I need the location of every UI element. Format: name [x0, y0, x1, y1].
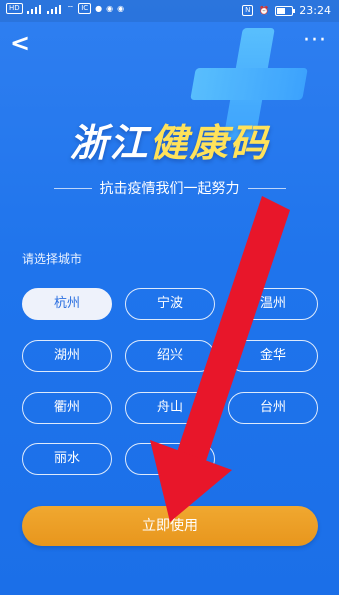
city-button-ningbo[interactable]: 宁波: [125, 288, 215, 320]
subtitle-text: 抗击疫情我们一起努力: [99, 181, 240, 197]
city-button-lishui[interactable]: 丽水: [22, 443, 112, 475]
city-button-jinhua[interactable]: 金华: [228, 340, 318, 372]
chevron-left-icon: <: [10, 29, 31, 57]
city-button-wenzhou[interactable]: 温州: [228, 288, 318, 320]
arrow-shaft: [175, 196, 290, 470]
more-dots-icon: ···: [303, 28, 327, 53]
status-bar: HD ⌔ IC ● ◉ ◉ N ⏰ 23:24: [0, 0, 339, 22]
city-button-jiaxing[interactable]: 嘉兴: [125, 443, 215, 475]
city-button-taizhou[interactable]: 台州: [228, 392, 318, 424]
title-part-2: 健康码: [149, 121, 270, 165]
back-button[interactable]: <: [10, 31, 32, 55]
sim-icon: HD: [6, 3, 23, 14]
wifi-icon: ⌔: [66, 3, 75, 13]
signal-icon-2: [46, 4, 63, 14]
subtitle-divider-left: [53, 187, 92, 189]
page-title: 浙江健康码: [0, 112, 339, 167]
title-part-1: 浙江: [69, 121, 150, 165]
city-section-label: 请选择城市: [22, 252, 83, 266]
status-right: N ⏰ 23:24: [242, 4, 331, 17]
battery-icon: [275, 5, 296, 16]
city-button-shaoxing[interactable]: 绍兴: [125, 340, 215, 372]
city-button-hangzhou[interactable]: 杭州: [22, 288, 112, 320]
status-left-icons: HD ⌔ IC ● ◉ ◉: [6, 3, 124, 14]
wechat-icon-2: ◉: [117, 3, 125, 13]
nfc-icon: N: [242, 5, 254, 16]
status-time: 23:24: [299, 4, 331, 17]
city-button-zhoushan[interactable]: 舟山: [125, 392, 215, 424]
chat-icon: ●: [95, 3, 103, 13]
page-subtitle: 抗击疫情我们一起努力: [0, 178, 339, 198]
battery-fill: [277, 7, 286, 14]
subtitle-divider-right: [247, 187, 286, 189]
use-now-button[interactable]: 立即使用: [22, 506, 318, 546]
city-button-huzhou[interactable]: 湖州: [22, 340, 112, 372]
app-notification-icon: IC: [78, 3, 92, 14]
wechat-icon: ◉: [106, 3, 114, 13]
alarm-icon: ⏰: [259, 5, 270, 15]
city-button-quzhou[interactable]: 衢州: [22, 392, 112, 424]
signal-icon: [26, 4, 43, 14]
more-options-button[interactable]: ···: [303, 30, 327, 52]
